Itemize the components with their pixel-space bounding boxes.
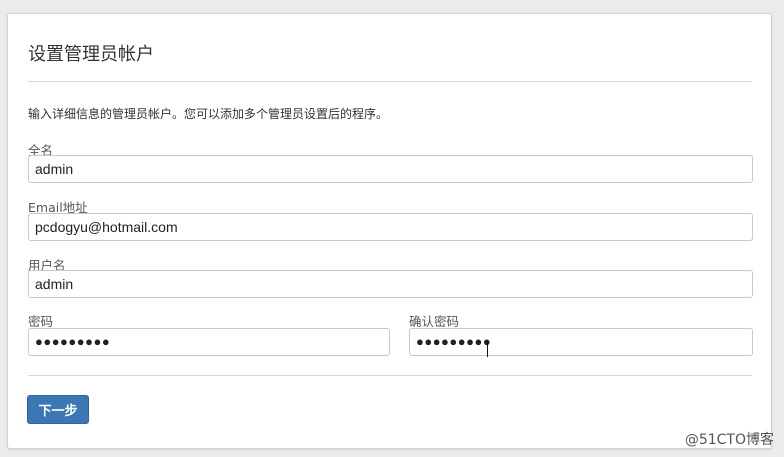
username-input[interactable]: admin: [28, 270, 753, 298]
fullname-input[interactable]: admin: [28, 155, 753, 183]
email-input[interactable]: pcdogyu@hotmail.com: [28, 213, 753, 241]
password-input[interactable]: ●●●●●●●●●: [28, 328, 390, 356]
title-divider: [28, 81, 752, 82]
admin-setup-panel: 设置管理员帐户 输入详细信息的管理员帐户。您可以添加多个管理员设置后的程序。 全…: [7, 13, 772, 449]
next-button[interactable]: 下一步: [27, 395, 89, 424]
form-description: 输入详细信息的管理员帐户。您可以添加多个管理员设置后的程序。: [28, 107, 389, 121]
watermark-text: @51CTO博客: [684, 432, 774, 448]
confirm-password-input[interactable]: ●●●●●●●●●: [409, 328, 753, 356]
page-title: 设置管理员帐户: [28, 44, 154, 65]
footer-divider: [28, 375, 752, 376]
text-cursor: [487, 340, 488, 357]
